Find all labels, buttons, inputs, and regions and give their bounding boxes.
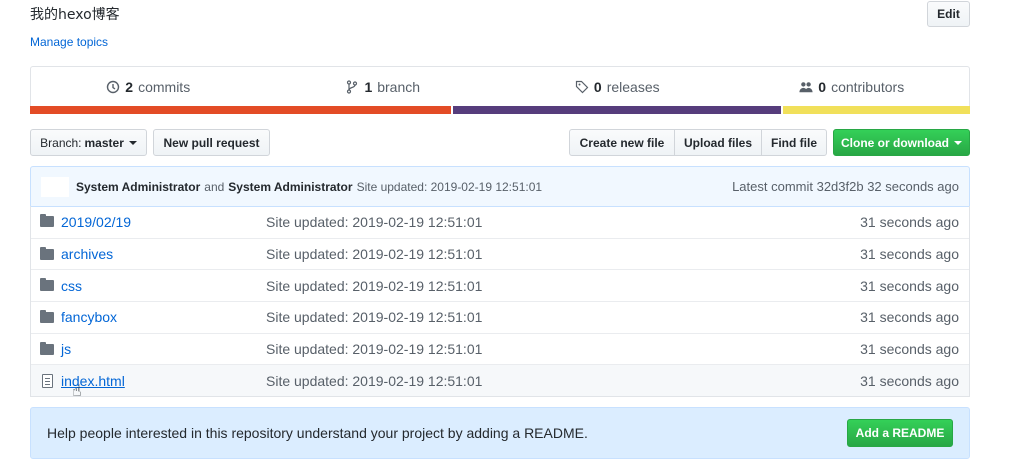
- file-commit-message[interactable]: Site updated: 2019-02-19 12:51:01: [266, 309, 849, 325]
- releases-link[interactable]: 0 releases: [500, 67, 735, 107]
- caret-down-icon: [128, 140, 137, 145]
- clone-label: Clone or download: [841, 135, 949, 150]
- avatar[interactable]: [41, 176, 69, 197]
- clone-or-download-button[interactable]: Clone or download: [833, 129, 970, 156]
- file-commit-message[interactable]: Site updated: 2019-02-19 12:51:01: [266, 373, 849, 389]
- find-file-button[interactable]: Find file: [761, 129, 827, 156]
- branch-select-button[interactable]: Branch: master: [30, 129, 147, 156]
- language-segment[interactable]: [30, 106, 452, 114]
- branches-link[interactable]: 1 branch: [266, 67, 501, 107]
- upload-files-button[interactable]: Upload files: [674, 129, 762, 156]
- readme-prompt-text: Help people interested in this repositor…: [47, 425, 588, 441]
- people-icon: [799, 82, 813, 93]
- edit-button[interactable]: Edit: [927, 1, 970, 27]
- file-age: 31 seconds ago: [860, 277, 959, 294]
- file-commit-message[interactable]: Site updated: 2019-02-19 12:51:01: [266, 278, 849, 294]
- contributors-count: 0: [818, 79, 827, 95]
- add-readme-button[interactable]: Add a README: [847, 419, 953, 447]
- branch-prefix: Branch:: [40, 135, 82, 150]
- file-icon: [33, 373, 61, 388]
- releases-count: 0: [593, 79, 602, 95]
- file-name[interactable]: index.html: [61, 373, 266, 389]
- latest-commit-bar: System Administrator and System Administ…: [30, 166, 970, 207]
- file-row[interactable]: 2019/02/19 Site updated: 2019-02-19 12:51…: [31, 206, 969, 238]
- branch-name: master: [84, 135, 124, 150]
- commit-committer[interactable]: System Administrator: [228, 180, 352, 194]
- commits-link[interactable]: 2 commits: [31, 67, 266, 107]
- file-row[interactable]: js Site updated: 2019-02-19 12:51:01 31 se…: [31, 332, 969, 365]
- folder-icon: [33, 246, 61, 260]
- commit-author[interactable]: System Administrator: [76, 180, 200, 194]
- file-age: 31 seconds ago: [860, 341, 959, 358]
- file-list: 2019/02/19 Site updated: 2019-02-19 12:51…: [30, 206, 970, 398]
- create-new-file-button[interactable]: Create new file: [569, 129, 675, 156]
- contributors-link[interactable]: 0 contributors: [735, 67, 970, 107]
- branch-label: branch: [377, 79, 421, 95]
- history-icon: [107, 80, 120, 94]
- file-row[interactable]: index.html Site updated: 2019-02-19 12:51…: [31, 364, 969, 397]
- language-segment[interactable]: [782, 106, 970, 114]
- file-age: 31 seconds ago: [860, 372, 959, 389]
- releases-label: releases: [606, 79, 660, 95]
- file-age: 31 seconds ago: [860, 213, 959, 230]
- file-commit-message[interactable]: Site updated: 2019-02-19 12:51:01: [266, 341, 849, 357]
- file-commit-message[interactable]: Site updated: 2019-02-19 12:51:01: [266, 214, 849, 230]
- commits-count: 2: [125, 79, 134, 95]
- hand-cursor-icon: ☝: [72, 383, 82, 400]
- file-name[interactable]: 2019/02/19: [61, 214, 266, 230]
- new-pull-request-button[interactable]: New pull request: [153, 129, 270, 156]
- readme-prompt: Help people interested in this repositor…: [30, 407, 970, 459]
- folder-icon: [33, 341, 61, 355]
- manage-topics-link[interactable]: Manage topics: [30, 35, 108, 49]
- language-bar[interactable]: [30, 106, 970, 114]
- commits-label: commits: [138, 79, 191, 95]
- file-age: 31 seconds ago: [860, 309, 959, 326]
- folder-icon: [33, 278, 61, 292]
- file-name[interactable]: fancybox: [61, 309, 266, 325]
- branch-icon: [347, 80, 358, 94]
- folder-icon: [33, 309, 61, 323]
- folder-icon: [33, 214, 61, 228]
- repo-description: 我的hexo博客: [30, 7, 120, 23]
- file-age: 31 seconds ago: [860, 246, 959, 263]
- commit-message[interactable]: Site updated: 2019-02-19 12:51:01: [357, 180, 542, 194]
- file-name[interactable]: archives: [61, 246, 266, 262]
- file-commit-message[interactable]: Site updated: 2019-02-19 12:51:01: [266, 246, 849, 262]
- file-row[interactable]: css Site updated: 2019-02-19 12:51:01 31 s…: [31, 269, 969, 301]
- file-name[interactable]: js: [61, 341, 266, 357]
- tag-icon: [575, 80, 589, 94]
- file-name[interactable]: css: [61, 278, 266, 294]
- latest-commit-info[interactable]: Latest commit 32d3f2b 32 seconds ago: [732, 179, 959, 194]
- caret-down-icon: [954, 140, 962, 145]
- commit-joiner: and: [204, 179, 225, 194]
- file-row[interactable]: archives Site updated: 2019-02-19 12:51:0…: [31, 237, 969, 270]
- contributors-label: contributors: [831, 79, 905, 95]
- file-row[interactable]: fancybox Site updated: 2019-02-19 12:51:0…: [31, 301, 969, 333]
- branch-count: 1: [364, 79, 373, 95]
- language-segment[interactable]: [453, 106, 781, 114]
